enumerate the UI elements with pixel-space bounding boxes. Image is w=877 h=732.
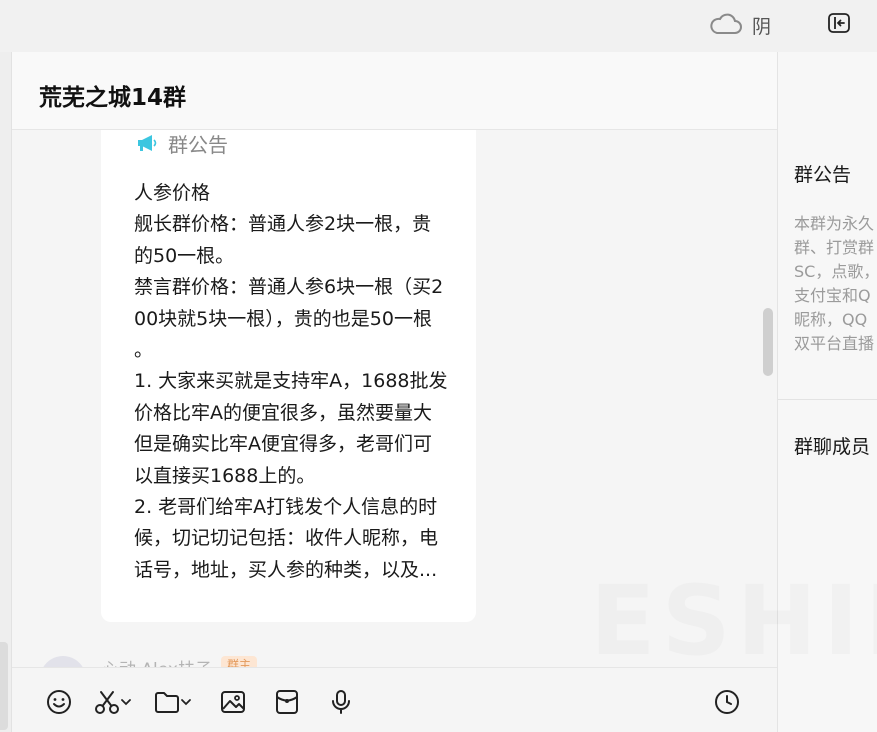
- screenshot-button[interactable]: [94, 688, 132, 716]
- chevron-down-icon[interactable]: [180, 689, 192, 715]
- announcement-line: 候，切记切记包括：收件人昵称，电: [134, 527, 439, 550]
- announcement-line: 00块就5块一根），贵的也是50一根: [134, 307, 432, 330]
- announcement-line: 1. 大家来买就是支持牢A，1688批发: [134, 370, 448, 393]
- emoji-button[interactable]: [46, 688, 72, 716]
- announcement-line: 舰长群价格：普通人参2块一根，贵: [134, 213, 432, 236]
- announcement-header: 群公告: [136, 130, 228, 157]
- announcement-line: 的50一根。: [134, 244, 235, 267]
- file-button[interactable]: [154, 688, 192, 716]
- chevron-down-icon[interactable]: [120, 689, 132, 715]
- chat-title: 荒芜之城14群: [39, 85, 187, 111]
- announcement-line: 人参价格: [134, 182, 211, 204]
- announcement-line: 。: [134, 339, 154, 362]
- announcement-label: 群公告: [168, 132, 228, 157]
- panel-notice-text[interactable]: 本群为永久群、打赏群 SC，点歌， 支付宝和Q 昵称，QQ 双平台直播: [794, 212, 877, 356]
- left-collapsed-strip: [0, 52, 12, 732]
- voice-button[interactable]: [328, 688, 354, 716]
- announcement-line: 禁言群价格：普通人参6块一根（买2: [134, 276, 444, 299]
- microphone-icon: [332, 690, 350, 714]
- panel-notice-line: 支付宝和Q: [794, 286, 871, 305]
- history-icon: [715, 690, 739, 714]
- announcement-bubble[interactable]: 群公告 人参价格舰长群价格：普通人参2块一根，贵 的50一根。禁言群价格：普通人参…: [101, 130, 476, 622]
- next-message: 心动 Alex扶子 群主: [40, 656, 440, 667]
- red-packet-icon: [276, 690, 298, 714]
- folder-icon: [155, 692, 179, 713]
- left-strip-handle[interactable]: [0, 642, 8, 730]
- sidebar-exit-icon[interactable]: [828, 13, 850, 33]
- panel-notice-line: SC，点歌，: [794, 262, 877, 281]
- announcement-line: 话号，地址，买人参的种类，以及...: [134, 558, 438, 581]
- owner-badge: 群主: [221, 656, 258, 667]
- weather-text: 阴: [752, 16, 772, 38]
- announcement-line: 但是确实比牢A便宜得多，老哥们可: [134, 433, 432, 456]
- scissors-icon: [95, 691, 119, 714]
- chat-header: 荒芜之城14群: [12, 52, 777, 130]
- announcement-body: 人参价格舰长群价格：普通人参2块一根，贵 的50一根。禁言群价格：普通人参6块一根…: [134, 178, 452, 586]
- avatar[interactable]: [40, 656, 86, 667]
- panel-notice-line: 双平台直播: [794, 334, 875, 353]
- panel-notice-line: 本群为永久: [794, 214, 875, 233]
- panel-notice-line: 昵称，QQ: [794, 310, 868, 329]
- panel-notice-title[interactable]: 群公告: [794, 160, 851, 187]
- emoji-icon: [47, 690, 71, 714]
- image-icon: [221, 691, 245, 713]
- sender-name: 心动 Alex扶子: [102, 655, 212, 667]
- panel-divider: [778, 399, 877, 400]
- scrollbar[interactable]: [763, 308, 773, 376]
- announcement-line: 价格比牢A的便宜很多，虽然要量大: [134, 401, 432, 424]
- cloud-icon: [710, 13, 742, 34]
- announcement-line: 2. 老哥们给牢A打钱发个人信息的时: [134, 496, 438, 519]
- watermark: ESHIHI: [590, 565, 877, 677]
- history-button[interactable]: [714, 688, 740, 716]
- panel-notice-line: 群、打赏群: [794, 238, 875, 257]
- announcement-line: 以直接买1688上的。: [134, 464, 316, 487]
- top-bar: 阴: [0, 0, 877, 52]
- megaphone-icon: [138, 135, 157, 151]
- red-packet-button[interactable]: [274, 688, 300, 716]
- panel-members-title[interactable]: 群聊成员: [794, 432, 870, 459]
- image-button[interactable]: [220, 688, 246, 716]
